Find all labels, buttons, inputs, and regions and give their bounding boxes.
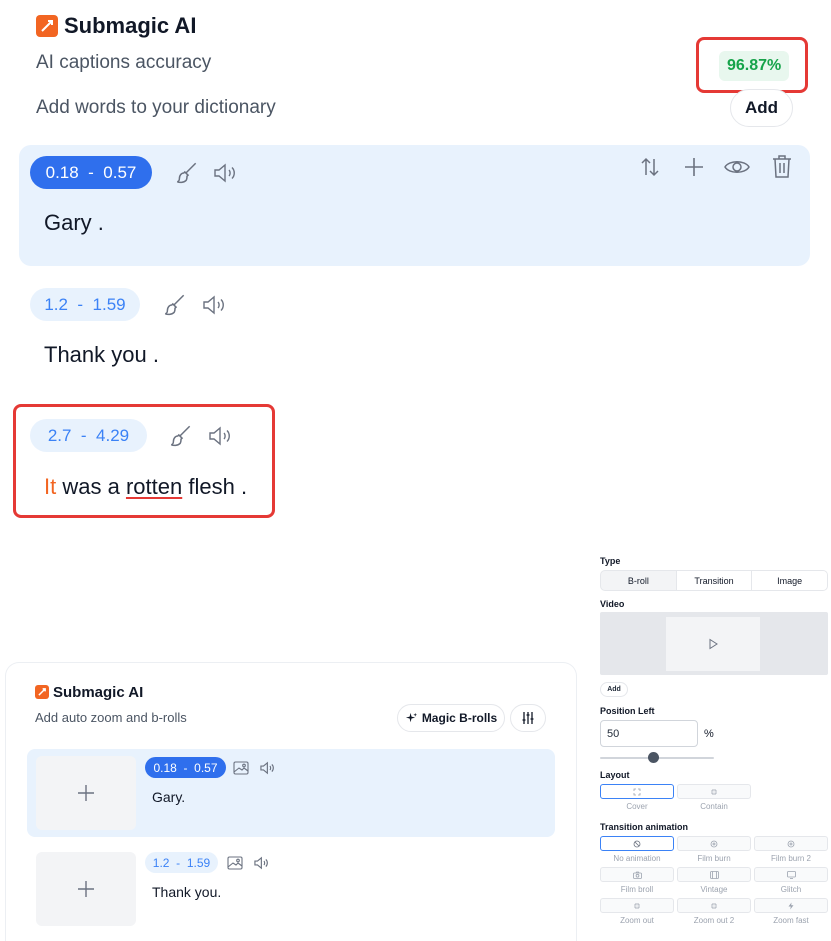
transition-animation-label: Transition animation bbox=[600, 822, 689, 832]
add-broll-thumbnail[interactable] bbox=[36, 852, 136, 926]
type-option-transition[interactable]: Transition bbox=[676, 571, 753, 590]
accuracy-badge: 96.87% bbox=[719, 51, 790, 81]
anim-label: No animation bbox=[613, 854, 661, 863]
expand-icon bbox=[633, 788, 641, 795]
caption-text[interactable]: Gary . bbox=[44, 210, 104, 236]
time-range-pill[interactable]: 1.2 - 1.59 bbox=[30, 288, 140, 321]
anim-label: Film burn 2 bbox=[770, 854, 811, 863]
submagic-logo-icon bbox=[36, 15, 58, 37]
plus-icon[interactable] bbox=[680, 153, 708, 181]
anim-film-burn-2-option[interactable] bbox=[754, 836, 828, 851]
speaker-icon[interactable] bbox=[200, 290, 230, 320]
brush-icon[interactable] bbox=[160, 290, 190, 320]
anim-label: Zoom out 2 bbox=[693, 916, 735, 925]
image-icon[interactable] bbox=[226, 854, 244, 872]
sparkle-icon bbox=[405, 712, 417, 722]
shrink-icon bbox=[711, 902, 717, 909]
camera-icon bbox=[632, 871, 642, 879]
speaker-icon[interactable] bbox=[258, 759, 278, 777]
dictionary-label: Add words to your dictionary bbox=[36, 97, 276, 118]
time-range-pill[interactable]: 0.18 - 0.57 bbox=[30, 156, 152, 189]
shrink-icon bbox=[634, 902, 640, 909]
magic-brolls-button[interactable]: Magic B-rolls bbox=[397, 704, 505, 732]
eye-icon[interactable] bbox=[723, 153, 751, 181]
caption-text[interactable]: It was a rotten flesh . bbox=[44, 474, 247, 500]
anim-zoom-out-option[interactable] bbox=[600, 898, 674, 913]
position-unit: % bbox=[704, 728, 714, 740]
brush-icon[interactable] bbox=[172, 158, 202, 188]
lightning-icon bbox=[788, 902, 794, 909]
anim-film-burn-option[interactable] bbox=[677, 836, 751, 851]
word-filler[interactable]: It bbox=[44, 474, 56, 499]
anim-label: Zoom out bbox=[620, 916, 654, 925]
brush-icon[interactable] bbox=[166, 421, 196, 451]
video-label: Video bbox=[600, 599, 625, 609]
anim-label: Zoom fast bbox=[773, 916, 809, 925]
film-icon bbox=[709, 870, 719, 879]
anim-vintage-option[interactable] bbox=[677, 867, 751, 882]
word[interactable]: was a bbox=[62, 474, 119, 499]
anim-film-broll-option[interactable] bbox=[600, 867, 674, 882]
word-misspelled[interactable]: rotten bbox=[126, 474, 182, 499]
position-input[interactable]: 50 bbox=[600, 720, 698, 747]
broll-caption-text[interactable]: Thank you. bbox=[152, 884, 221, 900]
play-icon bbox=[709, 638, 718, 650]
film-burn-2-icon bbox=[787, 840, 795, 847]
anim-label: Vintage bbox=[700, 885, 728, 894]
word[interactable]: flesh . bbox=[188, 474, 247, 499]
layout-cover-option[interactable] bbox=[600, 784, 674, 799]
sort-arrows-icon[interactable] bbox=[636, 153, 664, 181]
type-option-image[interactable]: Image bbox=[752, 571, 827, 590]
add-broll-thumbnail[interactable] bbox=[36, 756, 136, 830]
position-label: Position Left bbox=[600, 706, 655, 716]
brand-title: Submagic AI bbox=[64, 13, 197, 38]
settings-sliders-button[interactable] bbox=[510, 704, 546, 732]
layout-cover-label: Cover bbox=[626, 802, 648, 811]
speaker-icon[interactable] bbox=[211, 158, 241, 188]
anim-label: Glitch bbox=[780, 885, 802, 894]
type-segmented-control: B-roll Transition Image bbox=[600, 570, 828, 591]
type-option-broll[interactable]: B-roll bbox=[601, 571, 677, 590]
image-icon[interactable] bbox=[232, 759, 250, 777]
no-animation-icon bbox=[633, 840, 641, 847]
speaker-icon[interactable] bbox=[206, 421, 236, 451]
anim-label: Film broll bbox=[620, 885, 654, 894]
time-range-pill[interactable]: 1.2 - 1.59 bbox=[145, 852, 218, 873]
anim-zoom-fast-option[interactable] bbox=[754, 898, 828, 913]
anim-zoom-out-2-option[interactable] bbox=[677, 898, 751, 913]
broll-caption-text[interactable]: Gary. bbox=[152, 789, 185, 805]
time-range-pill[interactable]: 2.7 - 4.29 bbox=[30, 419, 147, 452]
time-range-pill[interactable]: 0.18 - 0.57 bbox=[145, 757, 226, 778]
accuracy-label: AI captions accuracy bbox=[36, 52, 212, 73]
type-label: Type bbox=[600, 556, 621, 566]
film-burn-icon bbox=[710, 840, 718, 847]
plus-icon bbox=[78, 785, 94, 801]
plus-icon bbox=[78, 881, 94, 897]
broll-subtitle: Add auto zoom and b-rolls bbox=[35, 710, 187, 725]
layout-contain-option[interactable] bbox=[677, 784, 751, 799]
shrink-icon bbox=[711, 788, 717, 795]
add-dictionary-button[interactable]: Add bbox=[730, 89, 793, 127]
caption-text[interactable]: Thank you . bbox=[44, 342, 159, 368]
submagic-logo-icon bbox=[35, 685, 49, 699]
anim-glitch-option[interactable] bbox=[754, 867, 828, 882]
video-thumbnail[interactable] bbox=[666, 617, 760, 671]
sliders-icon bbox=[522, 712, 534, 724]
anim-no-animation-option[interactable] bbox=[600, 836, 674, 851]
trash-icon[interactable] bbox=[768, 152, 796, 180]
layout-contain-label: Contain bbox=[700, 802, 728, 811]
layout-label: Layout bbox=[600, 770, 630, 780]
brand-title: Submagic AI bbox=[53, 684, 144, 701]
monitor-icon bbox=[786, 870, 796, 879]
anim-label: Film burn bbox=[697, 854, 731, 863]
speaker-icon[interactable] bbox=[252, 854, 272, 872]
add-video-button[interactable]: Add bbox=[600, 682, 628, 697]
position-slider-thumb[interactable] bbox=[648, 752, 660, 763]
